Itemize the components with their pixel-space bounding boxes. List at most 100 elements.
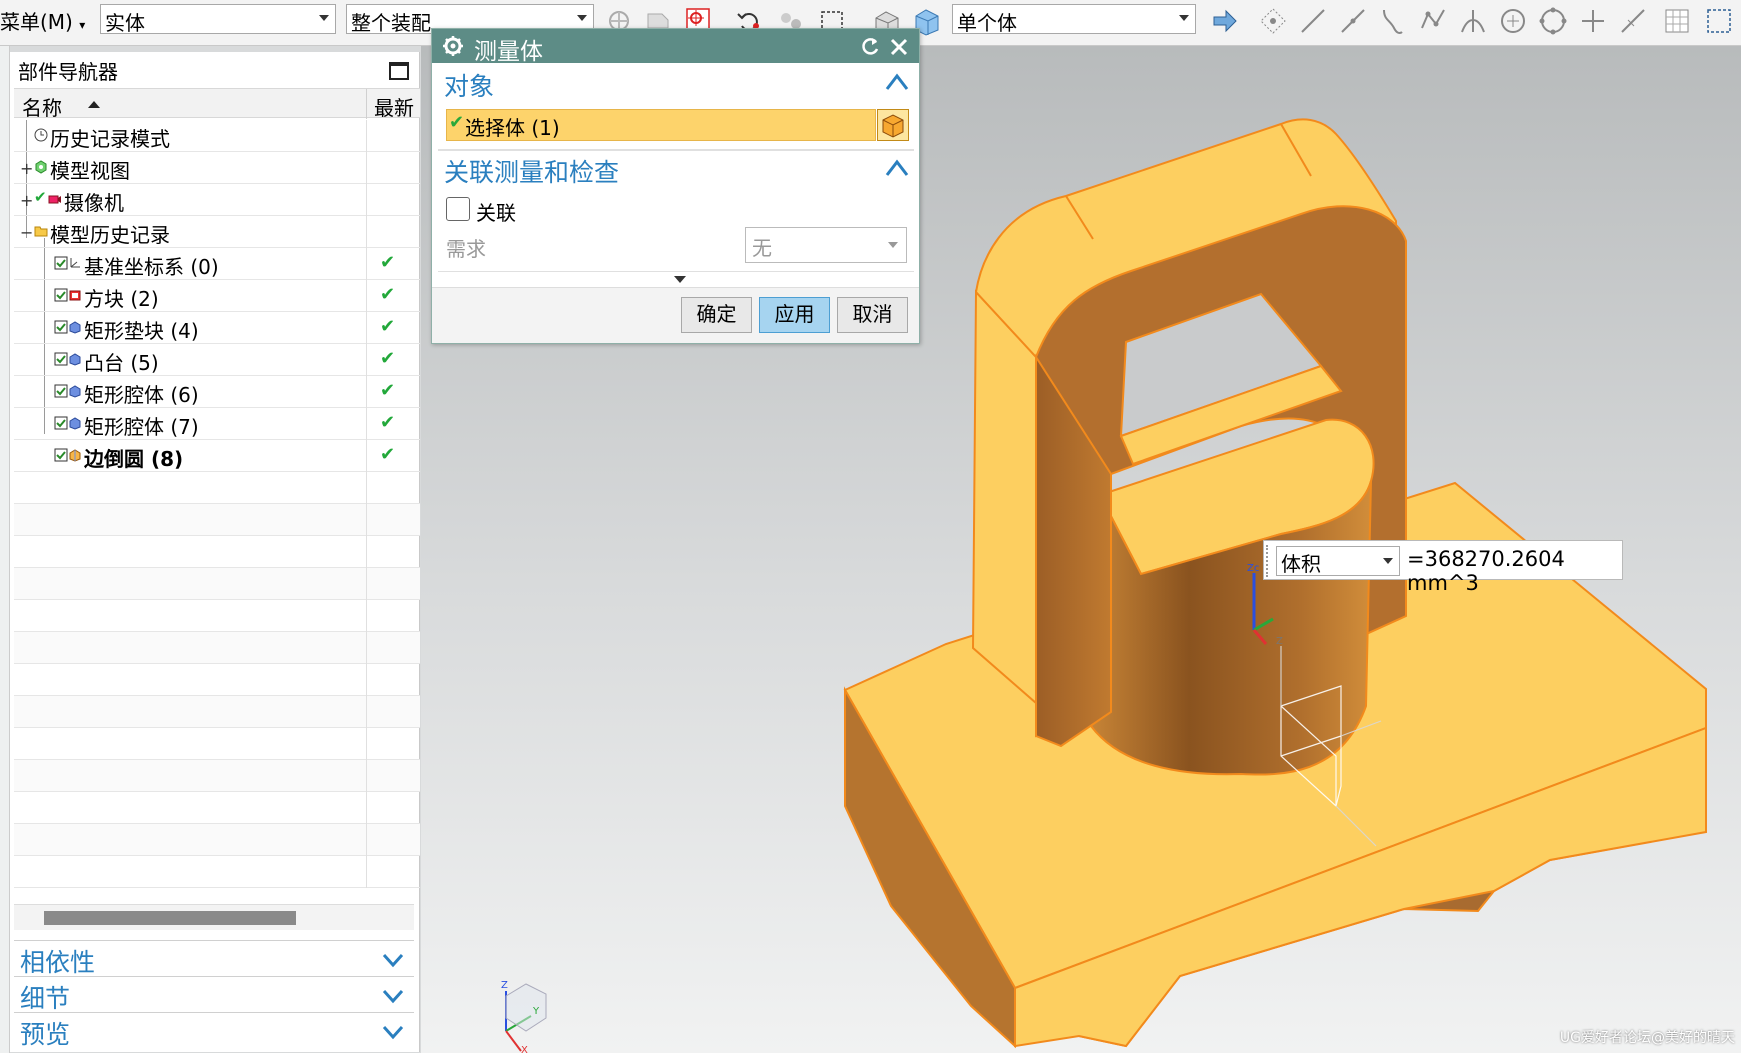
navigator-column-header: 名称 最新 <box>14 88 420 121</box>
empty-row <box>14 792 420 824</box>
checkbox-checked-icon[interactable] <box>54 256 68 270</box>
tree-row-cameras[interactable]: + ✔ 摄像机 <box>14 184 420 216</box>
panel-preview[interactable]: 预览 <box>14 1012 414 1049</box>
snap-line-icon[interactable] <box>1298 6 1328 36</box>
svg-text:X: X <box>521 1045 528 1053</box>
column-divider[interactable] <box>366 89 367 119</box>
body-filter-value: 单个体 <box>957 11 1017 34</box>
chevron-down-icon <box>1179 15 1189 21</box>
tree-row-label: 模型视图 <box>50 159 130 183</box>
close-icon[interactable] <box>889 37 909 57</box>
panel-details[interactable]: 细节 <box>14 976 414 1013</box>
snap-point-icon[interactable] <box>1578 6 1608 36</box>
arch-left-post[interactable] <box>971 289 1037 706</box>
checkbox-checked-icon[interactable] <box>54 288 68 302</box>
dialog-header[interactable]: 测量体 <box>432 29 919 65</box>
chevron-up-icon[interactable] <box>885 157 909 179</box>
tree-row-edge-blend[interactable]: 边倒圆 (8) ✔ <box>14 440 420 472</box>
associative-checkbox[interactable] <box>446 197 470 221</box>
snap-curve-icon[interactable] <box>1378 6 1408 36</box>
empty-row <box>14 728 420 760</box>
empty-row <box>14 600 420 632</box>
tree-row-model-views[interactable]: + 模型视图 <box>14 152 420 184</box>
panel-title: 细节 <box>20 984 71 1013</box>
empty-row <box>14 824 420 856</box>
menu-dropdown-icon: ▾ <box>79 18 86 32</box>
checkbox-checked-icon[interactable] <box>54 416 68 430</box>
chevron-down-icon[interactable] <box>382 985 404 1007</box>
menu-button[interactable]: 菜单(M) ▾ <box>0 6 85 35</box>
reset-icon[interactable] <box>859 36 881 58</box>
measure-type-select[interactable]: 体积 <box>1276 546 1400 576</box>
requirement-select[interactable]: 无 <box>745 227 907 263</box>
resource-bar <box>0 46 10 1053</box>
drag-handle[interactable] <box>1266 545 1272 577</box>
panel-title: 相依性 <box>20 948 96 977</box>
more-options-toggle[interactable] <box>438 271 914 285</box>
snap-midpoint-icon[interactable] <box>1338 6 1368 36</box>
column-latest[interactable]: 最新 <box>374 92 414 121</box>
snap-center-icon[interactable] <box>1498 6 1528 36</box>
tree-expander[interactable]: + <box>20 159 33 178</box>
panel-dependencies[interactable]: 相依性 <box>14 940 414 977</box>
grid-icon[interactable] <box>1662 6 1692 36</box>
type-filter-select[interactable]: 实体 <box>100 4 336 34</box>
tree-row-history-mode[interactable]: 历史记录模式 <box>14 120 420 152</box>
type-filter-value: 实体 <box>105 11 145 34</box>
folder-icon <box>34 226 48 237</box>
column-name[interactable]: 名称 <box>22 92 62 121</box>
latest-check-icon: ✔ <box>380 252 396 273</box>
scrollbar-thumb[interactable] <box>44 911 296 925</box>
checkbox-checked-icon[interactable] <box>54 384 68 398</box>
cancel-button[interactable]: 取消 <box>837 297 908 333</box>
chevron-down-icon <box>1383 558 1393 564</box>
tree-row-rect-pocket-6[interactable]: 矩形腔体 (6) ✔ <box>14 376 420 408</box>
empty-row <box>14 856 420 888</box>
snap-intersection-icon[interactable] <box>1458 6 1488 36</box>
tree-row-label: 矩形垫块 (4) <box>84 319 199 343</box>
tree-row-model-history[interactable]: − 模型历史记录 <box>14 216 420 248</box>
svg-text:Z: Z <box>1276 636 1283 647</box>
check-icon: ✔ <box>449 112 465 133</box>
snap-endpoint-icon[interactable] <box>1258 6 1288 36</box>
view-select-icon[interactable] <box>1704 6 1734 36</box>
tree-row-rect-pocket-7[interactable]: 矩形腔体 (7) ✔ <box>14 408 420 440</box>
select-body-button[interactable] <box>877 109 909 141</box>
svg-text:Y: Y <box>532 1006 540 1017</box>
select-body-label: 选择体 (1) <box>465 116 560 140</box>
measure-result-tooltip: 体积 =368270.2604 mm^3 <box>1263 540 1623 595</box>
snap-control-point-icon[interactable] <box>1418 6 1448 36</box>
maximize-icon[interactable] <box>389 62 409 80</box>
latest-check-icon: ✔ <box>380 316 396 337</box>
gear-icon[interactable] <box>442 35 464 57</box>
checkbox-checked-icon[interactable] <box>54 320 68 334</box>
empty-row <box>14 760 420 792</box>
tree-row-label: 凸台 (5) <box>84 351 159 375</box>
latest-check-icon: ✔ <box>380 380 396 401</box>
tree-row-block[interactable]: 方块 (2) ✔ <box>14 280 420 312</box>
tree-row-label: 矩形腔体 (7) <box>84 415 199 439</box>
tree-row-datum-csys[interactable]: 基准坐标系 (0) ✔ <box>14 248 420 280</box>
latest-check-icon: ✔ <box>380 412 396 433</box>
checkbox-checked-icon[interactable] <box>54 352 68 366</box>
latest-check-icon: ✔ <box>380 348 396 369</box>
panel-title: 预览 <box>20 1020 71 1049</box>
snap-on-curve-icon[interactable] <box>1618 6 1648 36</box>
snap-quadrant-icon[interactable] <box>1538 6 1568 36</box>
select-body-row[interactable]: ✔ 选择体 (1) <box>446 109 876 141</box>
measure-type-value: 体积 <box>1281 552 1321 576</box>
chevron-down-icon <box>888 242 898 248</box>
apply-button[interactable]: 应用 <box>759 297 830 333</box>
tree-expander[interactable]: + <box>20 191 33 210</box>
arrow-right-icon[interactable] <box>1210 6 1240 36</box>
chevron-down-icon[interactable] <box>382 1021 404 1043</box>
chevron-down-icon[interactable] <box>382 949 404 971</box>
tree-expander[interactable]: − <box>20 223 33 242</box>
tree-row-rect-pad[interactable]: 矩形垫块 (4) ✔ <box>14 312 420 344</box>
chevron-up-icon[interactable] <box>885 71 909 93</box>
latest-check-icon: ✔ <box>380 444 396 465</box>
body-filter-select[interactable]: 单个体 <box>952 4 1196 34</box>
ok-button[interactable]: 确定 <box>681 297 752 333</box>
checkbox-checked-icon[interactable] <box>54 448 68 462</box>
tree-row-boss[interactable]: 凸台 (5) ✔ <box>14 344 420 376</box>
